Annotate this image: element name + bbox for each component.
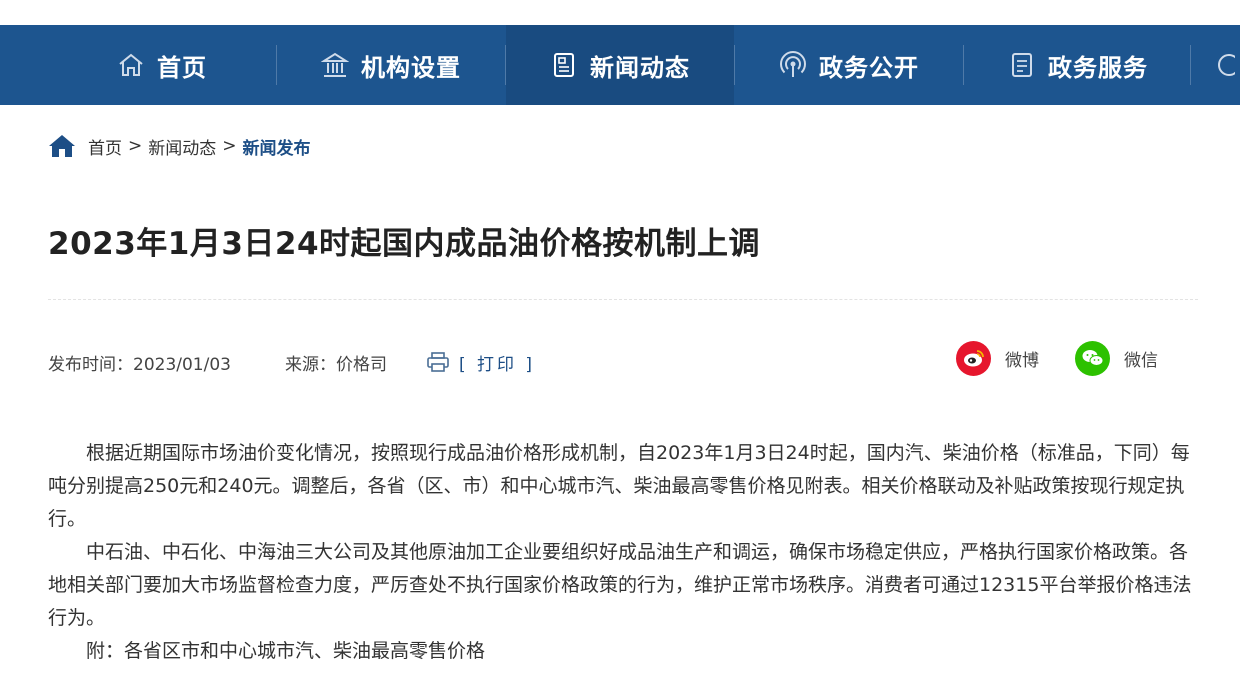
nav-label-home: 首页 — [157, 53, 207, 82]
institution-icon — [321, 52, 349, 77]
article-body: 根据近期国际市场油价变化情况，按照现行成品油价格形成机制，自2023年1月3日2… — [48, 437, 1198, 668]
article-paragraph: 中石油、中石化、中海油三大公司及其他原油加工企业要组织好成品油生产和调运，确保市… — [48, 541, 1192, 629]
article-source: 来源：价格司 — [284, 354, 387, 375]
print-label: [ 打印 ] — [458, 354, 536, 375]
broadcast-icon — [780, 51, 806, 77]
document-icon — [1012, 53, 1032, 77]
breadcrumb-current[interactable]: 新闻发布 — [243, 134, 311, 159]
weibo-icon — [956, 340, 991, 376]
attachment-link[interactable]: 附：各省区市和中心城市汽、柴油最高零售价格 — [48, 635, 1198, 668]
home-outline-icon — [119, 53, 143, 76]
nav-item-news[interactable]: 新闻动态 — [506, 25, 734, 105]
top-strip — [0, 0, 1240, 25]
nav-item-government-affairs[interactable]: 政务公开 — [735, 25, 963, 105]
main-nav: 首页 机构设置 新闻动态 政务公开 政务服务 — [0, 25, 1240, 105]
breadcrumb-separator: > — [128, 136, 143, 156]
breadcrumb-separator: > — [222, 136, 237, 156]
nav-item-institution[interactable]: 机构设置 — [277, 25, 505, 105]
nav-label-government-affairs: 政务公开 — [819, 53, 919, 82]
breadcrumb-home-link[interactable]: 首页 — [88, 134, 122, 159]
title-divider — [48, 299, 1198, 300]
nav-item-more[interactable] — [1191, 25, 1240, 105]
nav-label-institution: 机构设置 — [361, 53, 461, 82]
home-icon — [49, 135, 75, 157]
printer-icon — [427, 352, 449, 372]
article-paragraph: 根据近期国际市场油价变化情况，按照现行成品油价格形成机制，自2023年1月3日2… — [48, 442, 1190, 530]
share-wechat[interactable]: 微信 — [1075, 340, 1158, 376]
breadcrumb: 首页 > 新闻动态 > 新闻发布 — [48, 133, 311, 159]
nav-item-government-services[interactable]: 政务服务 — [964, 25, 1192, 105]
nav-item-home[interactable]: 首页 — [48, 25, 276, 105]
wechat-icon — [1075, 340, 1110, 376]
publish-time: 发布时间：2023/01/03 — [48, 354, 231, 375]
weibo-label: 微博 — [1005, 350, 1039, 371]
share-weibo[interactable]: 微博 — [956, 340, 1039, 376]
article-title: 2023年1月3日24时起国内成品油价格按机制上调 — [48, 226, 761, 262]
article-meta: 发布时间：2023/01/03 来源：价格司 [ 打印 ] — [48, 349, 535, 375]
breadcrumb-news-link[interactable]: 新闻动态 — [148, 134, 216, 159]
newspaper-icon — [554, 53, 574, 77]
wechat-label: 微信 — [1124, 350, 1158, 371]
print-button[interactable]: [ 打印 ] — [427, 350, 535, 375]
nav-label-government-services: 政务服务 — [1048, 53, 1148, 82]
partial-circle-icon — [1218, 54, 1235, 76]
nav-label-news: 新闻动态 — [590, 53, 690, 82]
